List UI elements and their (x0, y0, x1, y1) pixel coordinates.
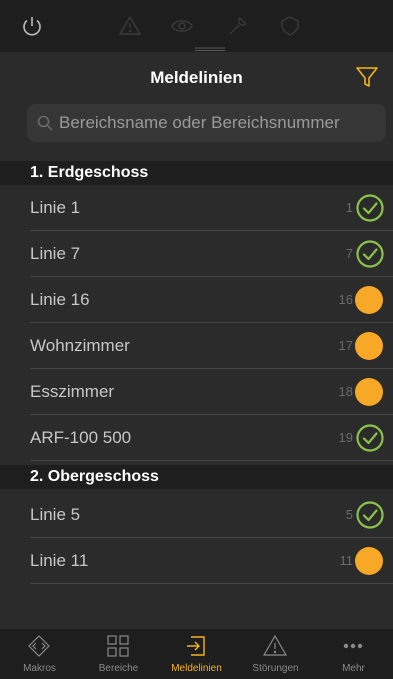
section-title: 2. Obergeschoss (30, 468, 159, 485)
line-number: 5 (345, 507, 353, 522)
line-number: 11 (339, 553, 354, 568)
tab-label: Störungen (252, 663, 299, 674)
line-number: 18 (338, 384, 353, 399)
line-label: Linie 16 (30, 290, 90, 309)
line-label: Esszimmer (30, 382, 115, 401)
list-item[interactable]: Linie 1 1 (0, 185, 393, 231)
search-bar[interactable] (27, 104, 386, 142)
drag-handle-icon[interactable] (195, 47, 225, 51)
wrench-icon (229, 17, 247, 35)
warning-icon (262, 634, 288, 656)
tab-bar: Makros Bereiche Meldelinien Störungen Me… (0, 629, 393, 679)
line-number: 16 (338, 292, 353, 307)
line-label: ARF-100 500 (30, 428, 132, 447)
line-number: 7 (345, 246, 353, 261)
list-item[interactable]: Esszimmer 18 (0, 369, 393, 415)
list-item[interactable]: Linie 11 11 (0, 538, 393, 584)
section-title: 1. Erdgeschoss (30, 164, 149, 181)
warning-status-dot (355, 547, 383, 575)
search-input[interactable] (59, 104, 379, 142)
line-label: Linie 11 (30, 551, 89, 570)
line-label: Linie 7 (30, 244, 81, 263)
tab-label: Makros (23, 663, 56, 674)
diamond-arrows-icon (28, 635, 50, 657)
section-header: 1. Erdgeschoss (0, 161, 393, 185)
power-icon[interactable] (20, 14, 44, 38)
shield-icon (281, 16, 299, 36)
eye-icon (171, 20, 193, 32)
grid-icon (107, 635, 129, 657)
tab-label: Bereiche (98, 663, 139, 674)
more-dots-icon (343, 643, 363, 649)
tab-stoerungen[interactable]: Störungen (236, 629, 315, 679)
check-circle-icon (356, 240, 384, 268)
warning-icon (118, 15, 142, 35)
check-circle-icon (356, 501, 384, 529)
nav-header: Meldelinien (0, 52, 393, 102)
line-label: Wohnzimmer (30, 336, 130, 355)
line-label: Linie 5 (30, 505, 81, 524)
page-title: Meldelinien (150, 68, 243, 87)
section-header: 2. Obergeschoss (0, 465, 393, 489)
line-number: 19 (338, 430, 353, 445)
top-toolbar (0, 0, 393, 52)
list-item[interactable]: Linie 16 16 (0, 277, 393, 323)
tab-bereiche[interactable]: Bereiche (79, 629, 158, 679)
warning-status-dot (355, 378, 383, 406)
tab-mehr[interactable]: Mehr (314, 629, 393, 679)
list-item[interactable]: Linie 5 5 (0, 492, 393, 538)
login-icon (187, 636, 205, 656)
check-circle-icon (356, 424, 384, 452)
tab-makros[interactable]: Makros (0, 629, 79, 679)
line-label: Linie 1 (30, 198, 81, 217)
list-item[interactable]: Linie 7 7 (0, 231, 393, 277)
warning-status-dot (355, 286, 383, 314)
tab-meldelinien[interactable]: Meldelinien (157, 629, 236, 679)
tab-label: Meldelinien (171, 663, 222, 674)
list-item[interactable]: ARF-100 500 19 (0, 415, 393, 461)
filter-icon[interactable] (355, 65, 379, 89)
line-number: 1 (345, 200, 353, 215)
line-number: 17 (338, 338, 353, 353)
search-icon (37, 115, 53, 131)
tab-label: Mehr (342, 663, 365, 674)
check-circle-icon (356, 194, 384, 222)
list-item[interactable]: Wohnzimmer 17 (0, 323, 393, 369)
warning-status-dot (355, 332, 383, 360)
